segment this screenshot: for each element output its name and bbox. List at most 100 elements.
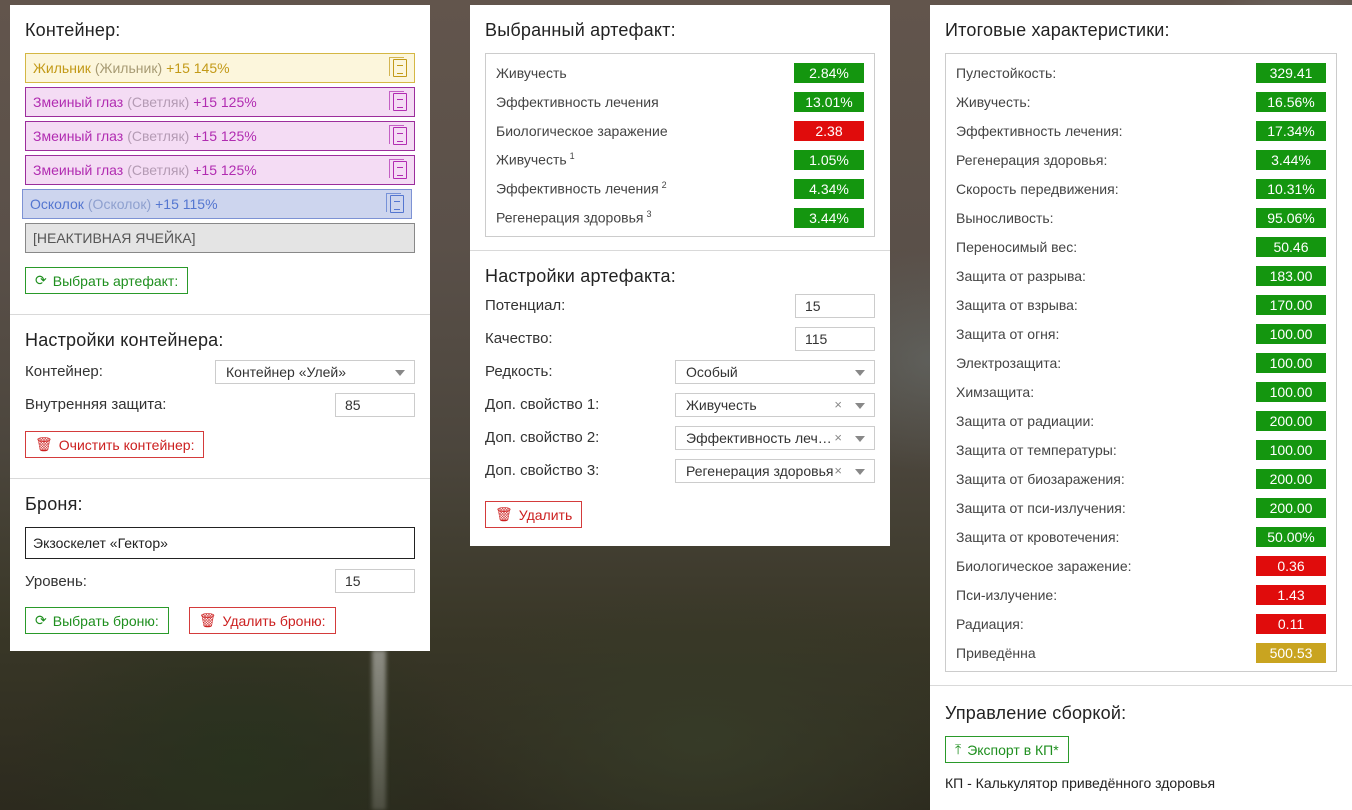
armor-section: Броня: Экзоскелет «Гектор» Уровень: 15 ⟳…: [10, 479, 430, 650]
container-type-value: Контейнер «Улей»: [226, 363, 347, 380]
trash-icon: 🗑: [35, 436, 53, 452]
armor-level-label: Уровень:: [25, 572, 87, 590]
total-stat-value: 17.34%: [1256, 120, 1326, 141]
extra-property-1-select[interactable]: Живучесть ×: [675, 392, 875, 417]
total-stat-row: Защита от биозаражения: 200.00: [956, 464, 1326, 493]
total-stat-label: Защита от огня:: [956, 325, 1060, 342]
export-button[interactable]: ⤒ Экспорт в КП*: [945, 736, 1069, 763]
container-type-label: Контейнер:: [25, 363, 103, 380]
delete-artifact-button[interactable]: 🗑 Удалить: [485, 501, 583, 528]
armor-name-field[interactable]: Экзоскелет «Гектор»: [25, 527, 415, 559]
left-panel: Контейнер: Жильник (Жильник) +15 145% Зм…: [10, 5, 430, 651]
total-stat-value: 100.00: [1256, 439, 1326, 460]
slot-artifact-level: +15 125%: [193, 94, 257, 110]
total-stat-value: 200.00: [1256, 468, 1326, 489]
extra-property-3-label: Доп. свойство 3:: [485, 462, 600, 479]
totals-section: Итоговые характеристики: Пулестойкость: 3…: [930, 5, 1352, 686]
stat-value: 2.38: [794, 120, 864, 141]
artifact-stat-row: Живучесть 2.84%: [496, 58, 864, 87]
quality-input[interactable]: 115: [795, 326, 875, 351]
export-footnote: КП - Калькулятор приведённого здоровья: [945, 775, 1216, 791]
total-stat-label: Защита от пси-излучения:: [956, 499, 1126, 516]
clear-container-button[interactable]: 🗑 Очистить контейнер:: [25, 431, 205, 458]
refresh-icon: ⟳: [35, 272, 47, 288]
slot-artifact-origin: (Осколок): [87, 196, 152, 212]
total-stat-value: 1.43: [1256, 584, 1326, 605]
total-stat-value: 170.00: [1256, 294, 1326, 315]
extra-property-1-label: Доп. свойство 1:: [485, 396, 600, 413]
clear-icon[interactable]: ×: [834, 430, 842, 445]
stat-label: Живучесть 1: [496, 151, 575, 168]
document-icon[interactable]: [389, 57, 407, 77]
slot-artifact-name: Жильник: [33, 60, 91, 76]
total-stat-row: Защита от температуры: 100.00: [956, 435, 1326, 464]
extra-property-3-row: Доп. свойство 3: Регенерация здоровья ×: [485, 454, 875, 487]
totals-title: Итоговые характеристики:: [945, 20, 1170, 40]
total-stat-label: Живучесть:: [956, 93, 1031, 110]
container-slot-2[interactable]: Змеиный глаз (Светляк) +15 125%: [25, 87, 415, 117]
chevron-down-icon: [855, 369, 865, 376]
slot-artifact-level: +15 125%: [193, 128, 257, 144]
slot-artifact-level: +15 125%: [193, 162, 257, 178]
container-slot-5[interactable]: Осколок (Осколок) +15 115%: [22, 189, 412, 219]
container-type-row: Контейнер: Контейнер «Улей»: [25, 355, 415, 388]
total-stat-label: Эффективность лечения:: [956, 122, 1123, 139]
upload-icon: ⤒: [955, 741, 962, 757]
total-stat-row: Электрозащита: 100.00: [956, 348, 1326, 377]
stat-label: Эффективность лечения: [496, 93, 659, 110]
document-icon[interactable]: [389, 159, 407, 179]
extra-property-3-select[interactable]: Регенерация здоровья ×: [675, 458, 875, 483]
chevron-down-icon: [855, 468, 865, 475]
extra-property-1-row: Доп. свойство 1: Живучесть ×: [485, 388, 875, 421]
delete-armor-button[interactable]: 🗑 Удалить броню:: [188, 607, 336, 634]
total-stat-label: Защита от взрыва:: [956, 296, 1078, 313]
total-stat-value: 50.00%: [1256, 526, 1326, 547]
armor-level-input[interactable]: 15: [335, 569, 415, 593]
potential-input[interactable]: 15: [795, 293, 875, 318]
total-stat-value: 100.00: [1256, 381, 1326, 402]
build-section: Управление сборкой: ⤒ Экспорт в КП* КП -…: [930, 686, 1352, 807]
rarity-value: Особый: [686, 363, 738, 380]
chevron-down-icon: [855, 402, 865, 409]
inner-protection-row: Внутренняя защита: 85: [25, 388, 415, 421]
clear-icon[interactable]: ×: [834, 397, 842, 412]
extra-property-2-select[interactable]: Эффективность лечения ×: [675, 425, 875, 450]
select-artifact-label: Выбрать артефакт:: [52, 272, 179, 289]
document-icon[interactable]: [389, 125, 407, 145]
total-stat-row: Защита от огня: 100.00: [956, 319, 1326, 348]
inner-protection-input[interactable]: 85: [335, 392, 415, 417]
total-stat-label: Выносливость:: [956, 209, 1054, 226]
container-slot-4[interactable]: Змеиный глаз (Светляк) +15 125%: [25, 155, 415, 185]
document-icon[interactable]: [386, 193, 404, 213]
container-section: Контейнер: Жильник (Жильник) +15 145% Зм…: [10, 5, 430, 315]
container-slot-3[interactable]: Змеиный глаз (Светляк) +15 125%: [25, 121, 415, 151]
clear-icon[interactable]: ×: [834, 463, 842, 478]
total-stat-row: Защита от кровотечения: 50.00%: [956, 522, 1326, 551]
document-icon[interactable]: [389, 91, 407, 111]
total-stat-label: Защита от биозаражения:: [956, 470, 1125, 487]
slot-artifact-origin: (Светляк): [127, 128, 190, 144]
total-stat-label: Защита от кровотечения:: [956, 528, 1120, 545]
total-stat-row: Пулестойкость: 329.41: [956, 58, 1326, 87]
extra-property-2-label: Доп. свойство 2:: [485, 429, 600, 446]
extra-property-1-value: Живучесть: [686, 396, 757, 413]
total-stat-label: Переносимый вес:: [956, 238, 1078, 255]
build-title: Управление сборкой:: [945, 703, 1127, 723]
total-stat-label: Регенерация здоровья:: [956, 151, 1108, 168]
select-armor-label: Выбрать броню:: [52, 612, 159, 629]
background-tree-trunk: [372, 650, 386, 810]
rarity-select[interactable]: Особый: [675, 359, 875, 384]
select-armor-button[interactable]: ⟳ Выбрать броню:: [25, 607, 169, 634]
container-title: Контейнер:: [25, 20, 121, 40]
container-slot-1[interactable]: Жильник (Жильник) +15 145%: [25, 53, 415, 83]
refresh-icon: ⟳: [35, 612, 47, 628]
container-type-select[interactable]: Контейнер «Улей»: [215, 359, 415, 384]
total-stat-value: 3.44%: [1256, 149, 1326, 170]
total-stat-row: Живучесть: 16.56%: [956, 87, 1326, 116]
total-stat-label: Радиация:: [956, 615, 1024, 632]
total-stat-value: 10.31%: [1256, 178, 1326, 199]
container-settings-section: Настройки контейнера: Контейнер: Контейн…: [10, 315, 430, 479]
total-stat-label: Пси-излучение:: [956, 586, 1058, 603]
slot-artifact-origin: (Светляк): [127, 162, 190, 178]
select-artifact-button[interactable]: ⟳ Выбрать артефакт:: [25, 267, 189, 294]
